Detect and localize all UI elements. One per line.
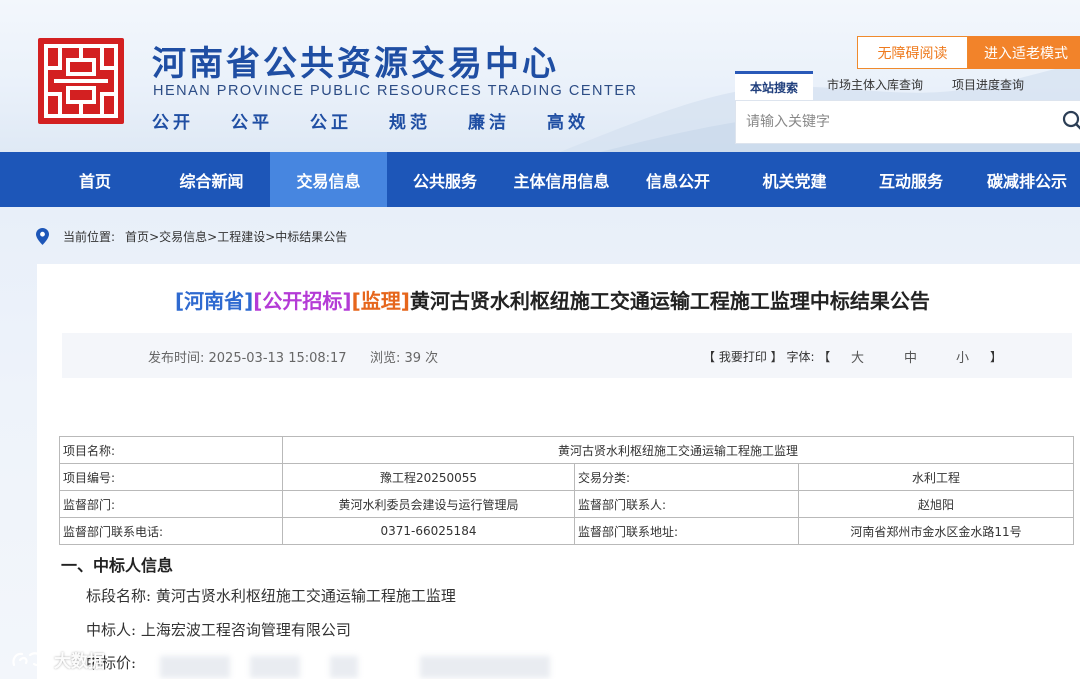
slogan: 公平 bbox=[231, 113, 273, 133]
search-tab[interactable]: 本站搜索 bbox=[735, 71, 813, 100]
title-tag-region: [河南省] bbox=[175, 289, 254, 313]
location-pin-icon bbox=[36, 228, 49, 245]
font-size-small-button[interactable]: 小 bbox=[956, 347, 969, 366]
table-row: 监督部门: 黄河水利委员会建设与运行管理局 监督部门联系人: 赵旭阳 bbox=[59, 490, 1075, 518]
article-title: [河南省][公开招标][监理]黄河古贤水利枢纽施工交通运输工程施工监理中标结果公… bbox=[175, 285, 930, 314]
site-header: 河南省公共资源交易中心 HENAN PROVINCE PUBLIC RESOUR… bbox=[0, 0, 1080, 152]
slogan: 廉洁 bbox=[468, 113, 510, 133]
slogan: 高效 bbox=[547, 113, 589, 133]
table-cell-value: 0371-66025184 bbox=[282, 517, 575, 545]
search-icon[interactable] bbox=[1062, 110, 1080, 132]
lot-name: 标段名称: 黄河古贤水利枢纽施工交通运输工程施工监理 bbox=[86, 587, 456, 605]
watermark-text: 大数据 bbox=[54, 652, 105, 672]
font-bracket-close: 】 bbox=[990, 350, 1003, 364]
nav-item-news[interactable]: 综合新闻 bbox=[153, 152, 270, 207]
logo-pattern-icon bbox=[44, 44, 118, 118]
breadcrumb-home[interactable]: 首页 bbox=[125, 228, 149, 245]
title-tag-method: [公开招标] bbox=[253, 289, 352, 313]
nav-item-public-service[interactable]: 公共服务 bbox=[387, 152, 503, 207]
watermark-logo-icon bbox=[12, 650, 48, 666]
title-text: 黄河古贤水利枢纽施工交通运输工程施工监理中标结果公告 bbox=[409, 289, 930, 313]
site-name-cn: 河南省公共资源交易中心 bbox=[152, 44, 559, 84]
redacted-blur bbox=[330, 656, 358, 678]
redacted-blur bbox=[160, 656, 230, 678]
table-cell-value: 水利工程 bbox=[797, 463, 1075, 491]
table-cell-label: 交易分类: bbox=[574, 463, 799, 491]
table-row: 项目名称: 黄河古贤水利枢纽施工交通运输工程施工监理 bbox=[59, 436, 1075, 464]
breadcrumb-separator: > bbox=[149, 229, 160, 244]
winner-section-heading: 一、中标人信息 bbox=[61, 556, 174, 575]
publish-time: 发布时间: 2025-03-13 15:08:17 bbox=[148, 351, 347, 366]
slogan: 公正 bbox=[310, 113, 352, 133]
slogan: 规范 bbox=[389, 113, 431, 133]
market-entity-query-link[interactable]: 市场主体入库查询 bbox=[827, 76, 923, 93]
breadcrumb: 当前位置: 首页 > 交易信息 > 工程建设 > 中标结果公告 bbox=[36, 228, 347, 245]
font-size-medium-button[interactable]: 中 bbox=[904, 347, 917, 366]
table-row: 监督部门联系电话: 0371-66025184 监督部门联系地址: 河南省郑州市… bbox=[59, 517, 1075, 545]
nav-item-interactive[interactable]: 互动服务 bbox=[853, 152, 969, 207]
table-cell-value: 豫工程20250055 bbox=[282, 463, 575, 491]
table-cell-label: 监督部门联系地址: bbox=[574, 517, 799, 545]
nav-item-party-building[interactable]: 机关党建 bbox=[736, 152, 853, 207]
main-nav: 首页 综合新闻 交易信息 公共服务 主体信用信息 信息公开 机关党建 互动服务 … bbox=[0, 152, 1080, 207]
breadcrumb-engineering[interactable]: 工程建设 bbox=[217, 228, 265, 245]
nav-item-credit-info[interactable]: 主体信用信息 bbox=[503, 152, 620, 207]
site-name-en: HENAN PROVINCE PUBLIC RESOURCES TRADING … bbox=[153, 83, 638, 99]
table-cell-label: 项目名称: bbox=[59, 436, 283, 464]
table-cell-label: 监督部门联系电话: bbox=[59, 517, 283, 545]
print-button[interactable]: 【 我要打印 】 字体: 【 bbox=[703, 348, 830, 365]
slogan: 公开 bbox=[152, 113, 194, 133]
nav-item-trading-info[interactable]: 交易信息 bbox=[270, 152, 387, 207]
project-info-table: 项目名称: 黄河古贤水利枢纽施工交通运输工程施工监理 项目编号: 豫工程2025… bbox=[59, 436, 1075, 545]
table-cell-value: 赵旭阳 bbox=[797, 490, 1075, 518]
view-count: 浏览: 39 次 bbox=[370, 351, 439, 366]
search-box bbox=[735, 100, 1080, 144]
table-cell-value: 黄河古贤水利枢纽施工交通运输工程施工监理 bbox=[281, 436, 1075, 464]
breadcrumb-separator: > bbox=[265, 229, 276, 244]
project-progress-query-link[interactable]: 项目进度查询 bbox=[952, 76, 1024, 93]
watermark: 大数据 bbox=[10, 647, 105, 672]
breadcrumb-trading-info[interactable]: 交易信息 bbox=[159, 228, 207, 245]
redacted-blur bbox=[420, 656, 550, 678]
accessibility-button[interactable]: 无障碍阅读 bbox=[857, 36, 968, 69]
table-row: 项目编号: 豫工程20250055 交易分类: 水利工程 bbox=[59, 463, 1075, 491]
table-cell-value: 河南省郑州市金水区金水路11号 bbox=[797, 517, 1075, 545]
breadcrumb-label: 当前位置: bbox=[63, 230, 116, 244]
table-cell-label: 项目编号: bbox=[59, 463, 283, 491]
nav-item-home[interactable]: 首页 bbox=[37, 152, 153, 207]
elder-mode-button[interactable]: 进入适老模式 bbox=[968, 36, 1080, 69]
search-input[interactable] bbox=[746, 101, 1046, 143]
nav-item-info-disclosure[interactable]: 信息公开 bbox=[620, 152, 736, 207]
font-size-large-button[interactable]: 大 bbox=[851, 347, 864, 366]
table-cell-value: 黄河水利委员会建设与运行管理局 bbox=[282, 490, 575, 518]
winning-bidder: 中标人: 上海宏波工程咨询管理有限公司 bbox=[86, 621, 351, 639]
breadcrumb-current: 中标结果公告 bbox=[275, 230, 348, 244]
slogan-row: 公开 公平 公正 规范 廉洁 高效 bbox=[152, 108, 626, 133]
nav-item-carbon[interactable]: 碳减排公示 bbox=[969, 152, 1080, 207]
table-cell-label: 监督部门: bbox=[59, 490, 283, 518]
redacted-blur bbox=[250, 656, 300, 678]
title-tag-type: [监理] bbox=[351, 289, 410, 313]
site-logo[interactable] bbox=[38, 38, 124, 124]
breadcrumb-separator: > bbox=[207, 229, 218, 244]
table-cell-label: 监督部门联系人: bbox=[574, 490, 799, 518]
